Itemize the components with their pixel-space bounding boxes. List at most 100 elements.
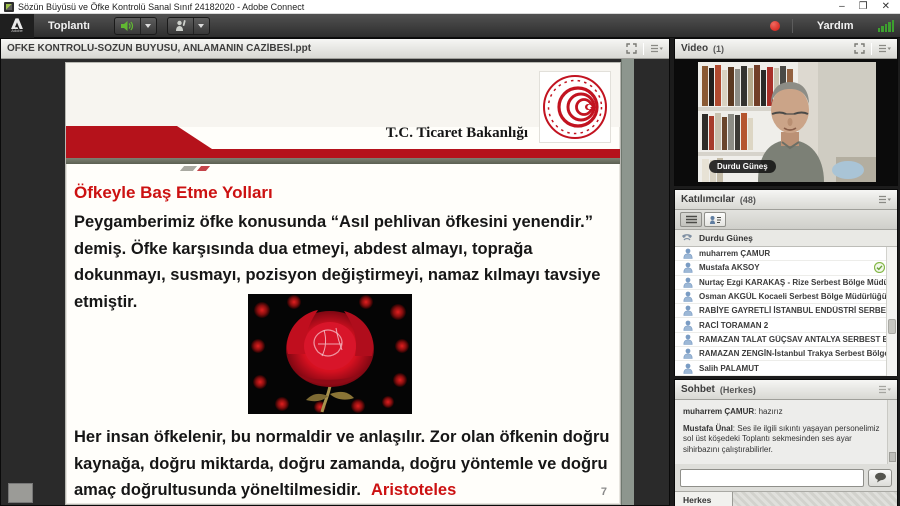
ministry-logo [539,71,611,143]
raise-hand-dropdown[interactable] [194,18,209,34]
host-name: Durdu Güneş [699,233,753,243]
participants-scroll-thumb[interactable] [888,319,896,334]
pod-menu-icon[interactable] [878,195,891,204]
slide-red-ribbon [66,126,212,149]
slide-page-number: 7 [601,486,607,498]
meeting-menu[interactable]: Toplantı [34,14,104,38]
list-view-icon [685,215,698,224]
window-title: Sözün Büyüsü ve Öfke Kontrolü Sanal Sını… [18,2,839,12]
pod-menu-icon[interactable] [878,385,891,394]
slide-red-stripe [66,149,620,158]
slide-paragraph-2: Her insan öfkelenir, bu normaldir ve anl… [74,424,620,504]
raise-hand-button[interactable] [168,18,194,34]
participant-row[interactable]: RAMAZAN TALAT GÜÇSAV ANTALYA SERBEST BÖL… [675,333,897,347]
chat-message: muharrem ÇAMUR: hazırız [683,407,883,418]
help-menu[interactable]: Yardım [803,14,868,38]
send-message-button[interactable] [868,469,892,487]
participant-name: Salih PALAMUT [699,364,893,373]
adobe-connect-window: Sözün Büyüsü ve Öfke Kontrolü Sanal Sını… [0,0,900,506]
participant-row[interactable]: RAMAZAN ZENGİN-İstanbul Trakya Serbest B… [675,347,897,361]
chat-pod: Sohbet (Herkes) muharrem ÇAMUR: hazırız … [674,379,898,506]
pod-menu-icon[interactable] [878,44,891,53]
minimize-button[interactable]: – [839,2,845,12]
participant-row[interactable]: Mustafa AKSOY [675,261,897,275]
speaker-button[interactable] [115,18,141,34]
chat-scope: (Herkes) [720,385,756,395]
participants-pod-header: Katılımcılar (48) [675,190,897,210]
raise-hand-icon [174,19,187,32]
participants-pod: Katılımcılar (48) [674,189,898,376]
ministry-emblem-icon [542,74,608,140]
participant-name: Osman AKGÜL Kocaeli Serbest Bölge Müdürl… [699,292,893,301]
participant-icon [683,334,693,345]
raise-hand-button-group [167,17,210,35]
menu-bar: Adobe Toplantı [0,14,900,38]
ministry-name: T.C. Ticaret Bakanlığı [386,125,528,142]
participant-name: RAMAZAN ZENGİN-İstanbul Trakya Serbest B… [699,349,893,358]
participant-row[interactable]: RACİ TORAMAN 2 [675,318,897,332]
close-button[interactable]: ✕ [882,2,890,12]
agree-check-icon [874,262,885,273]
chat-input[interactable] [680,469,864,487]
slide-attribution: Aristoteles [371,481,456,499]
participants-pod-title: Katılımcılar [681,194,735,205]
participant-row[interactable]: RABİYE GAYRETLİ İSTANBUL ENDÜSTRİ SERBES… [675,304,897,318]
slide[interactable]: T.C. Ticaret Bakanlığı Öfkeyle Baş Etme … [65,62,621,505]
host-row[interactable]: Durdu Güneş [675,230,897,247]
participant-name: muharrem ÇAMUR [699,249,893,258]
attendee-card-icon [709,215,722,225]
presentation-pod-header: ÖFKE KONTROLÜ-SÖZÜN BÜYÜSÜ, ANLAMANIN CA… [1,39,669,59]
slide-paragraph-2-text: Her insan öfkelenir, bu normaldir ve anl… [74,428,609,499]
webcam-feed[interactable]: Durdu Güneş [675,59,897,185]
presentation-scroll-corner[interactable] [8,483,33,503]
slide-accent-red [197,166,210,171]
fullscreen-icon[interactable] [854,43,865,54]
participant-icon [683,363,693,374]
chat-text: hazırız [759,407,783,416]
speech-bubble-icon [874,472,887,483]
speaker-button-group [114,17,157,35]
chat-input-row [675,464,897,491]
participant-name: Nurtaç Ezgi KARAKAŞ - Rize Serbest Bölge… [699,278,893,287]
participant-icon [683,262,693,273]
speaker-dropdown[interactable] [141,18,156,34]
participant-row[interactable]: Osman AKGÜL Kocaeli Serbest Bölge Müdürl… [675,290,897,304]
video-pod: Video (1) [674,38,898,186]
rose-image [248,294,412,414]
chat-scroll-thumb[interactable] [889,452,896,462]
participants-scrollbar[interactable] [886,247,897,376]
adobe-brand-label: Adobe [11,29,23,33]
participant-name: RACİ TORAMAN 2 [699,321,893,330]
participant-row[interactable]: Salih PALAMUT [675,361,897,375]
chat-tab-everyone[interactable]: Herkes [675,492,733,506]
fullscreen-icon[interactable] [626,43,637,54]
participant-icon [683,348,693,359]
chat-message: Mustafa Ünal: Ses ile ilgili sıkıntı yaş… [683,424,883,456]
video-name-tag: Durdu Güneş [709,160,776,173]
participant-icon [683,305,693,316]
menubar-separator [792,19,793,33]
participant-row[interactable]: muharrem ÇAMUR [675,247,897,261]
chat-author: muharrem ÇAMUR [683,407,754,416]
slide-header-band [66,63,620,127]
presentation-content: T.C. Ticaret Bakanlığı Öfkeyle Baş Etme … [1,59,669,505]
presentation-title: ÖFKE KONTROLÜ-SÖZÜN BÜYÜSÜ, ANLAMANIN CA… [7,43,311,54]
participant-name: RAMAZAN TALAT GÜÇSAV ANTALYA SERBEST BÖL… [699,335,893,344]
attendee-status-view-button[interactable] [704,212,726,227]
video-count: (1) [713,44,724,54]
participants-toolbar [675,210,897,230]
chat-message-area: muharrem ÇAMUR: hazırız Mustafa Ünal: Se… [675,400,897,464]
presentation-scrollbar[interactable] [621,59,634,505]
participant-icon [683,291,693,302]
recording-indicator-icon[interactable] [770,21,780,31]
speaker-icon [120,20,134,32]
video-pod-header: Video (1) [675,39,897,59]
connection-signal-icon[interactable] [878,20,895,32]
maximize-button[interactable]: ❐ [859,2,868,12]
pod-menu-icon[interactable] [650,44,663,53]
chat-scrollbar[interactable] [887,400,897,464]
participant-name: Mustafa AKSOY [699,263,868,272]
list-view-button[interactable] [680,212,702,227]
participant-icon [683,277,693,288]
participant-row[interactable]: Nurtaç Ezgi KARAKAŞ - Rize Serbest Bölge… [675,276,897,290]
